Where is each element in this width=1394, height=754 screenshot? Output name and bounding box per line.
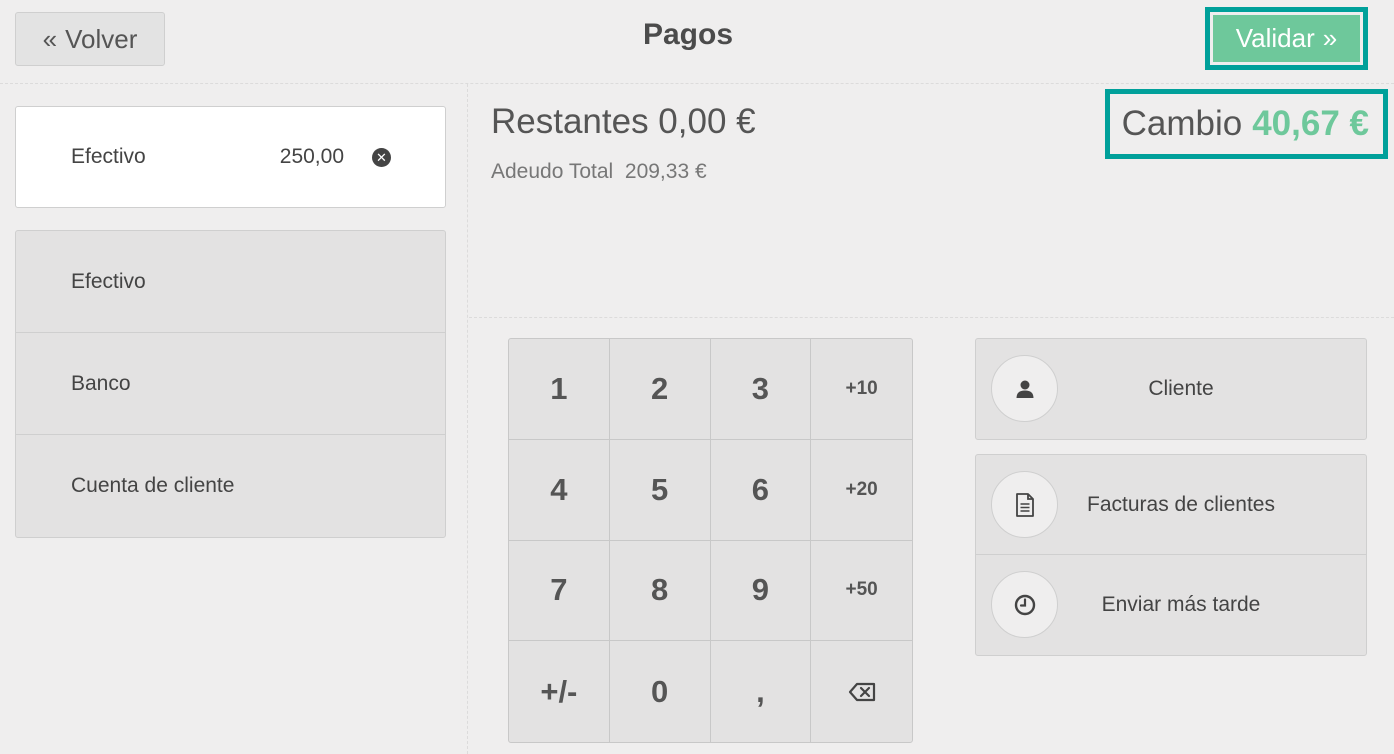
payment-method-customer-account[interactable]: Cuenta de cliente [16, 435, 445, 537]
close-circle-icon[interactable]: ✕ [372, 148, 391, 167]
paymentline-method: Efectivo [71, 145, 146, 168]
validate-button[interactable]: Validar » [1213, 15, 1360, 62]
invoice-button[interactable]: Facturas de clientes [976, 455, 1366, 555]
extra-actions-box: Facturas de clientes Enviar más tarde [975, 454, 1367, 656]
send-later-button-label: Enviar más tarde [1101, 593, 1261, 616]
numpad-key-2[interactable]: 2 [609, 339, 711, 440]
clock-icon [1014, 594, 1035, 615]
numpad-key-1[interactable]: 1 [509, 339, 610, 440]
customer-box: Cliente [975, 338, 1367, 440]
double-chevron-right-icon: » [1322, 23, 1338, 53]
numpad-key-4[interactable]: 4 [509, 439, 610, 541]
numpad-key-7[interactable]: 7 [509, 540, 610, 642]
numpad-key-0[interactable]: 0 [610, 641, 711, 742]
customer-button[interactable]: Cliente [976, 339, 1366, 439]
numpad-key-plus-minus[interactable]: +/- [509, 641, 610, 742]
payment-method-bank[interactable]: Banco [16, 333, 445, 435]
numpad-key-plus20[interactable]: +20 [811, 440, 912, 541]
total-due: Adeudo Total 209,33 € [491, 160, 707, 184]
numpad-key-6[interactable]: 6 [710, 439, 812, 541]
numpad-key-8[interactable]: 8 [609, 540, 711, 642]
numpad-key-decimal[interactable]: , [711, 641, 812, 742]
change-value: 40,67 € [1252, 104, 1369, 143]
page-title: Pagos [642, 18, 734, 51]
user-icon [1016, 380, 1033, 398]
validate-highlight: Validar » [1205, 7, 1368, 70]
numpad-key-plus10[interactable]: +10 [811, 339, 912, 440]
payment-method-cash[interactable]: Efectivo [16, 231, 445, 333]
payment-lines-panel: Efectivo 250,00 ✕ Efectivo Banco Cuenta … [0, 84, 468, 754]
total-due-value: 209,33 € [624, 160, 707, 183]
total-due-label: Adeudo Total [491, 160, 614, 183]
remaining-amount: Restantes 0,00 € [491, 102, 756, 141]
numpad: 1 2 3 +10 4 5 6 +20 7 8 9 +50 +/- 0 , [508, 338, 913, 743]
payment-summary: Restantes 0,00 € Adeudo Total 209,33 € C… [469, 84, 1394, 318]
numpad-key-5[interactable]: 5 [609, 439, 711, 541]
numpad-key-plus50[interactable]: +50 [811, 541, 912, 642]
invoice-button-label: Facturas de clientes [1087, 492, 1275, 516]
payment-method-list: Efectivo Banco Cuenta de cliente [15, 230, 446, 538]
change-highlight: Cambio 40,67 € [1105, 89, 1388, 159]
customer-button-label: Cliente [1148, 377, 1214, 400]
numpad-key-9[interactable]: 9 [710, 540, 812, 642]
document-icon [1015, 492, 1034, 517]
validate-button-label: Validar [1235, 23, 1315, 53]
send-later-button[interactable]: Enviar más tarde [976, 555, 1366, 655]
numpad-key-3[interactable]: 3 [710, 339, 812, 440]
numpad-key-backspace[interactable] [811, 641, 912, 742]
top-bar: « Volver Pagos Validar » [0, 0, 1394, 84]
change-label: Cambio [1121, 104, 1243, 143]
paymentline-amount[interactable]: 250,00 [280, 145, 344, 169]
paymentline[interactable]: Efectivo 250,00 ✕ [15, 106, 446, 208]
backspace-icon [848, 682, 875, 701]
